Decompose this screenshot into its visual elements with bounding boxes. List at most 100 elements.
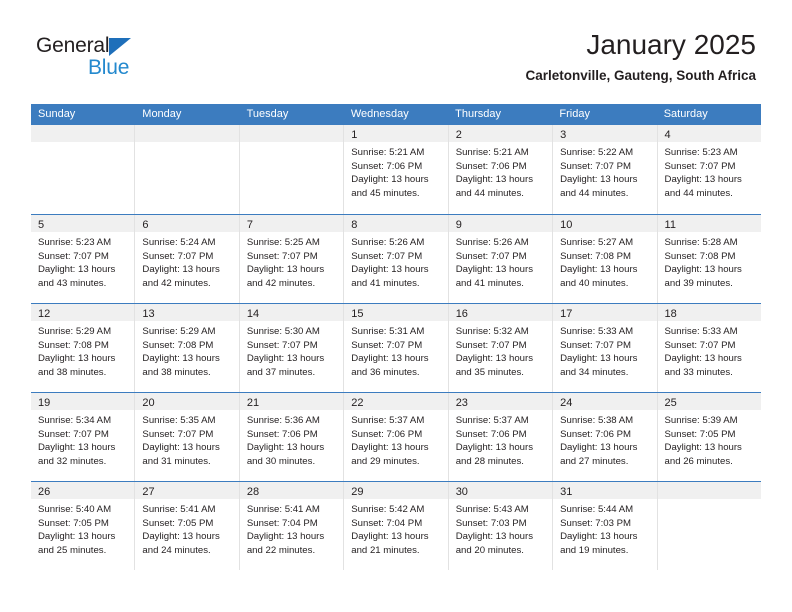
calendar-day-cell[interactable]: 30 Sunrise: 5:43 AM Sunset: 7:03 PM Dayligh…: [448, 482, 554, 570]
day-number-band: 8: [344, 215, 448, 232]
day-info: Sunrise: 5:29 AM Sunset: 7:08 PM Daylight:…: [31, 321, 134, 379]
calendar-day-cell[interactable]: 2 Sunrise: 5:21 AM Sunset: 7:06 PM Daylight…: [448, 125, 554, 214]
calendar-day-cell[interactable]: 20 Sunrise: 5:35 AM Sunset: 7:07 PM Dayligh…: [135, 393, 240, 481]
day-info: Sunrise: 5:32 AM Sunset: 7:07 PM Daylight:…: [449, 321, 552, 379]
calendar-day-cell[interactable]: 9 Sunrise: 5:26 AM Sunset: 7:07 PM Daylight…: [448, 215, 554, 303]
day-number-band: 21: [239, 393, 344, 410]
sunrise-time: Sunrise: 5:33 AM: [664, 326, 738, 337]
sunset-time: Sunset: 7:06 PM: [455, 428, 527, 440]
day-number: 26: [38, 486, 51, 498]
calendar-day-cell[interactable]: 1 Sunrise: 5:21 AM Sunset: 7:06 PM Daylight…: [344, 125, 449, 214]
sunset-time: Sunset: 7:04 PM: [351, 517, 423, 529]
day-info: Sunrise: 5:44 AM Sunset: 7:03 PM Daylight:…: [553, 499, 656, 557]
calendar-day-cell[interactable]: 21 Sunrise: 5:36 AM Sunset: 7:06 PM Dayligh…: [239, 393, 345, 481]
day-number: 12: [38, 308, 51, 320]
daylight-duration-line1: Daylight: 13 hours: [38, 353, 116, 365]
calendar-day-cell[interactable]: 5 Sunrise: 5:23 AM Sunset: 7:07 PM Daylight…: [31, 215, 136, 303]
calendar-day-cell[interactable]: 11 Sunrise: 5:28 AM Sunset: 7:08 PM Dayligh…: [657, 215, 761, 303]
day-number: 2: [455, 129, 462, 141]
weekday-header-friday: Friday: [559, 108, 590, 120]
day-number: 18: [664, 308, 677, 320]
calendar-day-cell-empty: [657, 482, 761, 570]
daylight-duration-line2: and 22 minutes.: [246, 544, 316, 556]
calendar-day-cell[interactable]: 15 Sunrise: 5:31 AM Sunset: 7:07 PM Dayligh…: [344, 304, 449, 392]
daylight-duration-line1: Daylight: 13 hours: [246, 353, 325, 365]
day-info: Sunrise: 5:31 AM Sunset: 7:07 PM Daylight:…: [344, 321, 447, 379]
calendar-day-cell[interactable]: 4 Sunrise: 5:23 AM Sunset: 7:07 PM Daylight…: [657, 125, 761, 214]
daylight-duration-line1: Daylight: 13 hours: [142, 264, 220, 276]
sunrise-time: Sunrise: 5:41 AM: [142, 504, 216, 515]
calendar-day-cell[interactable]: 3 Sunrise: 5:22 AM Sunset: 7:07 PM Daylight…: [553, 125, 658, 214]
daylight-duration-line1: Daylight: 13 hours: [664, 442, 742, 454]
day-number-band: 20: [135, 393, 239, 410]
day-info: Sunrise: 5:25 AM Sunset: 7:07 PM Daylight:…: [240, 232, 343, 290]
calendar-day-cell[interactable]: 28 Sunrise: 5:41 AM Sunset: 7:04 PM Dayligh…: [239, 482, 345, 570]
day-number-band: 14: [239, 304, 344, 321]
calendar-day-cell[interactable]: 10 Sunrise: 5:27 AM Sunset: 7:08 PM Dayligh…: [553, 215, 658, 303]
day-info: Sunrise: 5:34 AM Sunset: 7:07 PM Daylight:…: [31, 410, 134, 468]
day-number: 17: [560, 308, 573, 320]
sunset-time: Sunset: 7:07 PM: [38, 428, 109, 440]
calendar-day-cell[interactable]: 31 Sunrise: 5:44 AM Sunset: 7:03 PM Dayligh…: [553, 482, 658, 570]
day-number: 28: [246, 486, 260, 498]
daylight-duration-line2: and 45 minutes.: [351, 187, 420, 199]
calendar-day-cell[interactable]: 19 Sunrise: 5:34 AM Sunset: 7:07 PM Dayligh…: [31, 393, 136, 481]
sunset-time: Sunset: 7:07 PM: [246, 250, 318, 262]
day-number-band: 12: [31, 304, 135, 321]
daylight-duration-line2: and 43 minutes.: [38, 277, 107, 289]
sunrise-time: Sunrise: 5:37 AM: [351, 415, 425, 426]
daylight-duration-line1: Daylight: 13 hours: [664, 174, 742, 186]
day-number: 29: [351, 486, 364, 498]
calendar-day-cell[interactable]: 12 Sunrise: 5:29 AM Sunset: 7:08 PM Dayligh…: [31, 304, 136, 392]
daylight-duration-line2: and 20 minutes.: [455, 544, 524, 556]
calendar-day-cell[interactable]: 25 Sunrise: 5:39 AM Sunset: 7:05 PM Dayligh…: [657, 393, 761, 481]
daylight-duration-line1: Daylight: 13 hours: [560, 174, 638, 186]
calendar-day-cell[interactable]: 14 Sunrise: 5:30 AM Sunset: 7:07 PM Dayligh…: [239, 304, 345, 392]
day-number-band: 27: [135, 482, 239, 499]
calendar-day-cell[interactable]: 18 Sunrise: 5:33 AM Sunset: 7:07 PM Dayligh…: [657, 304, 761, 392]
sunrise-time: Sunrise: 5:26 AM: [455, 237, 529, 248]
day-number-band: 16: [448, 304, 553, 321]
calendar-day-cell-empty: [239, 125, 345, 214]
calendar-day-cell[interactable]: 16 Sunrise: 5:32 AM Sunset: 7:07 PM Dayligh…: [448, 304, 554, 392]
calendar-day-cell[interactable]: 13 Sunrise: 5:29 AM Sunset: 7:08 PM Dayligh…: [135, 304, 240, 392]
sunrise-time: Sunrise: 5:38 AM: [560, 415, 634, 426]
day-number: 31: [560, 486, 573, 498]
day-number: 21: [246, 397, 260, 409]
calendar-week-row: 1 Sunrise: 5:21 AM Sunset: 7:06 PM Daylight…: [31, 125, 761, 214]
sunrise-time: Sunrise: 5:33 AM: [560, 326, 634, 337]
daylight-duration-line1: Daylight: 13 hours: [560, 442, 638, 454]
calendar-day-cell[interactable]: 7 Sunrise: 5:25 AM Sunset: 7:07 PM Daylight…: [239, 215, 345, 303]
calendar-day-cell[interactable]: 26 Sunrise: 5:40 AM Sunset: 7:05 PM Dayligh…: [31, 482, 136, 570]
daylight-duration-line1: Daylight: 13 hours: [142, 442, 220, 454]
daylight-duration-line2: and 42 minutes.: [246, 277, 316, 289]
calendar-day-cell[interactable]: 8 Sunrise: 5:26 AM Sunset: 7:07 PM Daylight…: [344, 215, 449, 303]
calendar-day-cell[interactable]: 24 Sunrise: 5:38 AM Sunset: 7:06 PM Dayligh…: [553, 393, 658, 481]
daylight-duration-line2: and 36 minutes.: [351, 366, 420, 378]
daylight-duration-line1: Daylight: 13 hours: [664, 353, 742, 365]
daylight-duration-line1: Daylight: 13 hours: [455, 174, 534, 186]
day-info: Sunrise: 5:24 AM Sunset: 7:07 PM Daylight:…: [135, 232, 238, 290]
calendar-day-cell[interactable]: 23 Sunrise: 5:37 AM Sunset: 7:06 PM Dayligh…: [448, 393, 554, 481]
daylight-duration-line2: and 41 minutes.: [351, 277, 420, 289]
calendar-day-cell[interactable]: 29 Sunrise: 5:42 AM Sunset: 7:04 PM Dayligh…: [344, 482, 449, 570]
day-number-band: 24: [553, 393, 657, 410]
calendar-day-cell[interactable]: 6 Sunrise: 5:24 AM Sunset: 7:07 PM Daylight…: [135, 215, 240, 303]
day-number-band: 5: [31, 215, 135, 232]
sunset-time: Sunset: 7:06 PM: [246, 428, 318, 440]
day-info: Sunrise: 5:35 AM Sunset: 7:07 PM Daylight:…: [135, 410, 238, 468]
calendar-week-row: 26 Sunrise: 5:40 AM Sunset: 7:05 PM Dayligh…: [31, 481, 761, 570]
daylight-duration-line2: and 26 minutes.: [664, 455, 733, 467]
daylight-duration-line1: Daylight: 13 hours: [455, 442, 534, 454]
calendar-day-cell[interactable]: 17 Sunrise: 5:33 AM Sunset: 7:07 PM Dayligh…: [553, 304, 658, 392]
day-number: 3: [560, 129, 567, 141]
sunrise-time: Sunrise: 5:22 AM: [560, 147, 634, 158]
calendar-day-cell[interactable]: 27 Sunrise: 5:41 AM Sunset: 7:05 PM Dayligh…: [135, 482, 240, 570]
day-info: Sunrise: 5:33 AM Sunset: 7:07 PM Daylight:…: [553, 321, 656, 379]
day-info: Sunrise: 5:29 AM Sunset: 7:08 PM Daylight:…: [135, 321, 238, 379]
daylight-duration-line2: and 38 minutes.: [142, 366, 211, 378]
sunrise-time: Sunrise: 5:23 AM: [664, 147, 738, 158]
calendar-day-cell[interactable]: 22 Sunrise: 5:37 AM Sunset: 7:06 PM Dayligh…: [344, 393, 449, 481]
sunrise-time: Sunrise: 5:36 AM: [246, 415, 320, 426]
location-subtitle: Carletonville, Gauteng, South Africa: [525, 68, 756, 83]
